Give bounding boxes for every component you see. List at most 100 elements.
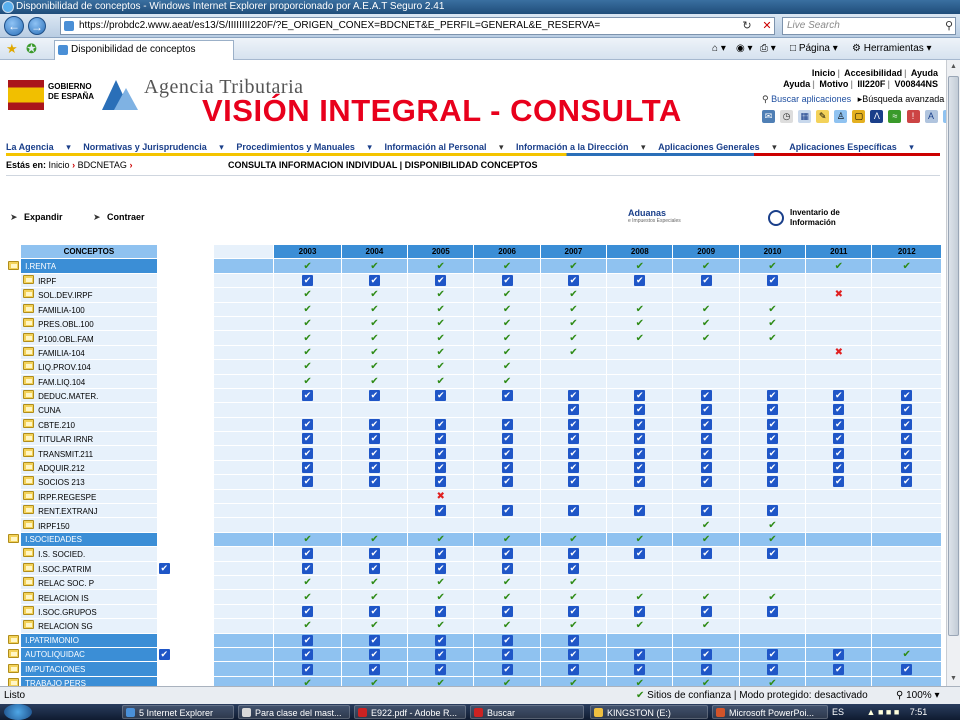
menu-procedimientos[interactable]: Procedimientos y Manuales ▾ [236,142,372,152]
concept-name[interactable]: I.SOC.PATRIM [20,560,158,576]
availability-cell[interactable]: ✔ [871,387,942,404]
availability-cell[interactable]: ✔ [539,301,608,317]
availability-cell[interactable]: ✔ [340,416,409,433]
menu-info-direccion[interactable]: Información a la Dirección ▾ [516,142,646,152]
clock-icon[interactable]: ◷ [780,110,794,123]
availability-cell[interactable]: ✔ [473,675,541,686]
availability-cell[interactable]: ✔ [473,531,541,548]
availability-cell[interactable]: ✔ [539,387,608,404]
row-toggle[interactable] [5,315,22,332]
availability-cell[interactable]: ✔ [340,272,409,289]
availability-cell[interactable]: ✔ [473,301,541,317]
availability-cell[interactable]: ✔ [340,330,409,346]
concept-name[interactable]: ADQUIR.212 [20,459,158,476]
availability-cell[interactable]: ✔ [340,546,409,562]
url-input[interactable]: https://probdc2.www.aeat/es13/S/IIIIIIII… [60,17,775,35]
search-apps-icon[interactable]: ⚲ [762,94,769,104]
availability-cell[interactable]: ✔ [606,589,674,605]
availability-cell[interactable]: ✔ [273,416,342,433]
availability-cell[interactable]: ✔ [805,646,873,663]
availability-cell[interactable]: ✔ [606,675,674,686]
availability-cell[interactable]: ✔ [606,258,674,274]
availability-cell[interactable]: ✔ [738,258,807,274]
availability-cell[interactable]: ✔ [340,445,409,461]
back-button[interactable]: ← [4,16,24,36]
feeds-icon[interactable]: ◉ ▾ [736,42,753,56]
availability-cell[interactable]: ✔ [672,459,740,476]
menu-aplic-especificas[interactable]: Aplicaciones Específicas ▾ [789,142,914,152]
availability-cell[interactable]: ✔ [672,315,740,332]
availability-cell[interactable]: ✔ [539,416,608,433]
availability-cell[interactable]: ✔ [539,546,608,562]
availability-cell[interactable]: ✖ [407,488,475,505]
row-toggle[interactable] [5,546,22,562]
availability-cell[interactable]: ✔ [407,459,475,476]
concept-name[interactable]: TRABAJO PERS [20,675,158,686]
availability-cell[interactable]: ✔ [606,661,674,677]
availability-cell[interactable]: ✔ [805,431,873,447]
availability-cell[interactable]: ✔ [539,258,608,274]
concept-name[interactable]: FAMILIA-100 [20,301,158,317]
home-icon[interactable]: ⌂ ▾ [712,42,726,56]
scroll-down-icon[interactable]: ▼ [947,672,960,686]
availability-cell[interactable]: ✔ [340,258,409,274]
availability-cell[interactable]: ✔ [473,373,541,389]
availability-cell[interactable]: ✔ [407,330,475,346]
row-toggle[interactable] [5,646,22,663]
availability-cell[interactable]: ✔ [473,603,541,620]
availability-cell[interactable]: ✔ [407,661,475,677]
availability-cell[interactable]: ✔ [871,661,942,677]
stop-icon[interactable]: ✕ [760,19,774,33]
availability-cell[interactable]: ✔ [672,675,740,686]
availability-cell[interactable]: ✔ [606,646,674,663]
availability-cell[interactable]: ✔ [273,646,342,663]
row-toggle[interactable] [5,272,22,289]
availability-cell[interactable]: ✔ [606,531,674,548]
availability-cell[interactable]: ✔ [606,503,674,519]
availability-cell[interactable]: ✔ [473,618,541,634]
availability-cell[interactable]: ✔ [871,416,942,433]
availability-cell[interactable]: ✔ [539,402,608,418]
availability-cell[interactable]: ✔ [539,646,608,663]
availability-cell[interactable]: ✔ [273,258,342,274]
availability-cell[interactable]: ✔ [473,315,541,332]
concept-name[interactable]: CUNA [20,402,158,418]
availability-cell[interactable]: ✔ [407,359,475,375]
availability-cell[interactable]: ✔ [672,445,740,461]
concept-name[interactable]: RENT.EXTRANJ [20,503,158,519]
availability-cell[interactable]: ✔ [340,632,409,648]
availability-cell[interactable]: ✔ [539,315,608,332]
availability-cell[interactable]: ✔ [805,661,873,677]
availability-cell[interactable]: ✔ [273,344,342,361]
forward-button[interactable]: → [28,17,46,35]
availability-cell[interactable]: ✔ [340,675,409,686]
row-toggle[interactable] [5,661,22,677]
availability-cell[interactable]: ✔ [407,258,475,274]
availability-cell[interactable]: ✔ [273,661,342,677]
concept-name[interactable]: AUTOLIQUIDAC [20,646,158,663]
row-toggle[interactable] [5,431,22,447]
row-toggle[interactable] [5,445,22,461]
row-toggle[interactable] [5,574,22,591]
availability-cell[interactable]: ✔ [672,431,740,447]
concept-name[interactable]: CBTE.210 [20,416,158,433]
availability-cell[interactable]: ✔ [407,675,475,686]
taskbar-item[interactable]: Para clase del mast... [238,705,350,719]
availability-cell[interactable]: ✔ [340,603,409,620]
availability-cell[interactable]: ✔ [407,632,475,648]
availability-cell[interactable]: ✔ [672,661,740,677]
availability-cell[interactable]: ✔ [539,474,608,490]
availability-cell[interactable]: ✔ [473,503,541,519]
availability-cell[interactable]: ✔ [606,546,674,562]
availability-cell[interactable]: ✔ [606,387,674,404]
availability-cell[interactable]: ✔ [672,646,740,663]
vertical-scrollbar[interactable]: ▲ ▼ [946,60,960,686]
availability-cell[interactable]: ✔ [738,603,807,620]
availability-cell[interactable]: ✔ [473,359,541,375]
row-toggle[interactable] [5,517,22,533]
availability-cell[interactable]: ✔ [738,531,807,548]
availability-cell[interactable]: ✔ [805,445,873,461]
row-toggle[interactable] [5,603,22,620]
availability-cell[interactable]: ✔ [473,287,541,303]
availability-cell[interactable]: ✔ [606,416,674,433]
